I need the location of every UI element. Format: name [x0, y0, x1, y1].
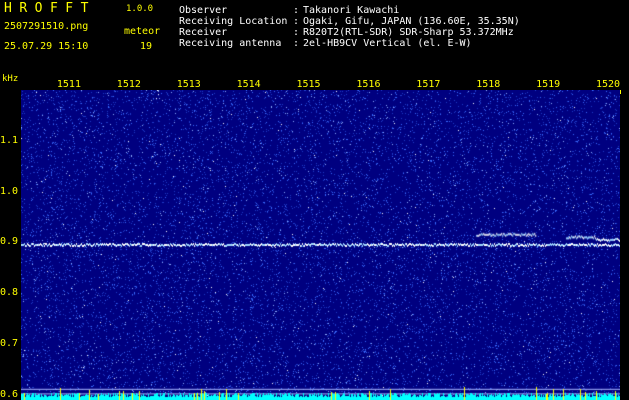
x-tick-label: 1516	[356, 79, 381, 90]
info-key: Receiving Location	[179, 16, 288, 27]
info-key: Observer	[179, 5, 228, 16]
x-tick-mark	[620, 90, 621, 94]
y-tick-label: 1.1	[0, 134, 19, 146]
x-tick-label: 1519	[536, 79, 561, 90]
x-tick-label: 1520	[596, 79, 621, 90]
x-tick-label: 1513	[176, 79, 201, 90]
meteor-label: meteor	[124, 26, 161, 37]
y-axis-unit: kHz	[2, 74, 19, 84]
info-value: Takanori Kawachi	[303, 5, 400, 16]
app-logo: HROFFT	[4, 1, 96, 16]
file-datetime: 25.07.29 15:10	[4, 41, 89, 52]
x-tick-label: 1515	[296, 79, 321, 90]
x-tick-label: 1518	[476, 79, 501, 90]
info-key: Receiver	[179, 27, 228, 38]
x-tick-label: 1512	[116, 79, 141, 90]
info-value: Ogaki, Gifu, JAPAN (136.60E, 35.35N)	[303, 16, 520, 27]
info-colon: :	[293, 38, 300, 49]
x-tick-label: 1511	[56, 79, 81, 90]
spectrogram	[21, 90, 620, 400]
app-version: 1.0.0	[126, 4, 154, 14]
x-tick-label: 1514	[236, 79, 261, 90]
x-tick-label: 1517	[416, 79, 441, 90]
y-tick-label: 0.7	[0, 338, 19, 350]
info-row-location: Receiving Location: Ogaki, Gifu, JAPAN (1…	[179, 16, 520, 27]
y-tick-label: 1.0	[0, 185, 19, 197]
y-tick-label: 0.8	[0, 287, 19, 299]
header: HROFFT 1.0.0 2507291510.png meteor 25.07…	[0, 0, 629, 78]
info-value: R820T2(RTL-SDR) SDR-Sharp 53.372MHz	[303, 27, 514, 38]
file-name: 2507291510.png	[4, 21, 89, 32]
info-row-observer: Observer: Takanori Kawachi	[179, 5, 520, 16]
info-colon: :	[293, 5, 300, 16]
info-colon: :	[293, 27, 300, 38]
info-value: 2el-HB9CV Vertical (el. E-W)	[303, 38, 472, 49]
y-tick-label: 0.9	[0, 236, 19, 248]
info-colon: :	[293, 16, 300, 27]
meteor-count: 19	[140, 41, 153, 52]
info-row-receiver: Receiver: R820T2(RTL-SDR) SDR-Sharp 53.37…	[179, 27, 520, 38]
info-key: Receiving antenna	[179, 38, 282, 49]
y-tick-label: 0.6	[0, 388, 19, 400]
station-info: Observer: Takanori Kawachi Receiving Loca…	[179, 5, 520, 49]
info-row-antenna: Receiving antenna:2el-HB9CV Vertical (el…	[179, 38, 520, 49]
